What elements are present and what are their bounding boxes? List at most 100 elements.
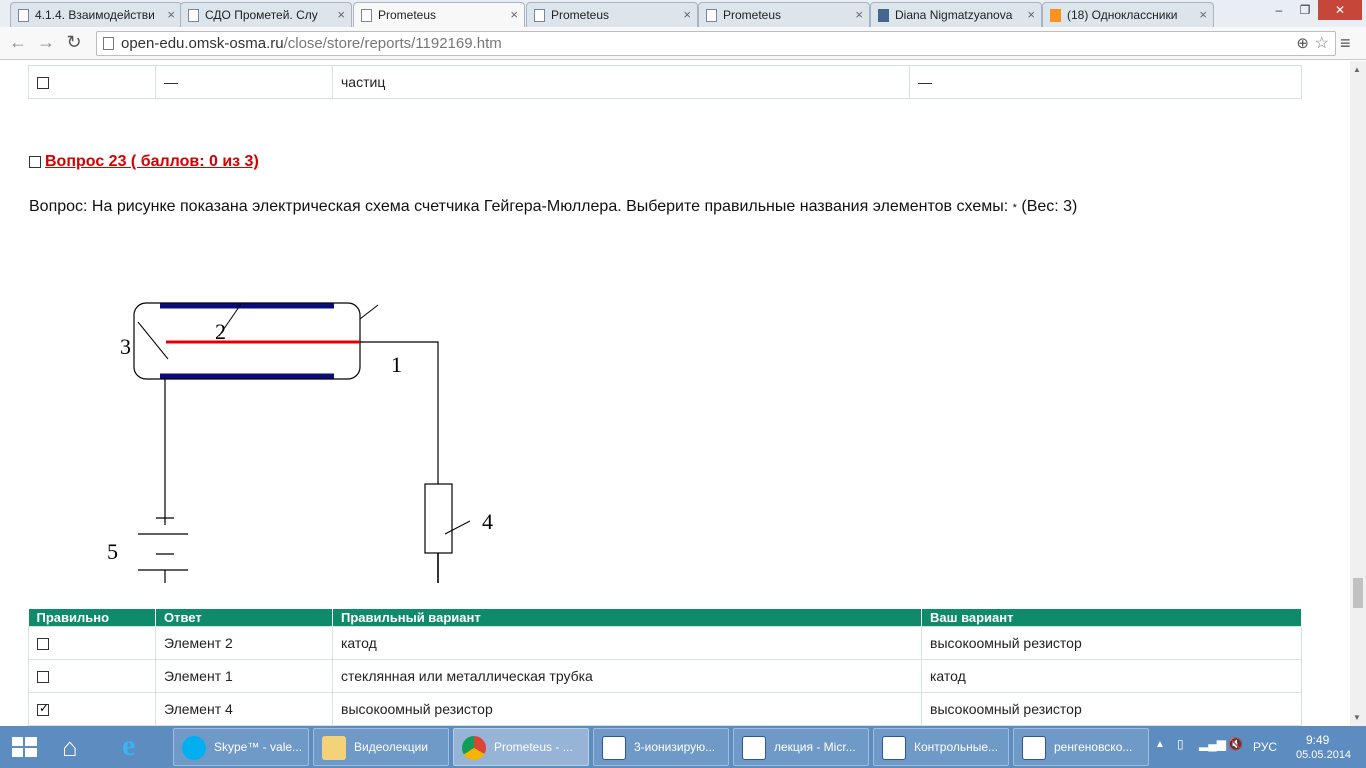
address-bar[interactable]: open-edu.omsk-osma.ru/close/store/report… (96, 31, 1336, 56)
diagram-label-4: 4 (482, 509, 493, 534)
browser-tab[interactable]: СДО Прометей. Слу × (180, 2, 352, 27)
page-icon (534, 9, 545, 22)
table-header-row: Правильно Ответ Правильный вариант Ваш в… (28, 609, 1302, 626)
header-correct: Правильно (28, 609, 156, 626)
close-icon[interactable]: × (167, 7, 175, 22)
close-icon[interactable]: × (855, 7, 863, 22)
answer-cell: — (155, 65, 333, 99)
header-your-variant: Ваш вариант (921, 609, 1302, 626)
menu-icon[interactable]: ≡ (1340, 33, 1351, 54)
reload-icon[interactable]: ↻ (62, 32, 86, 53)
taskbar-button-word[interactable]: Контрольные... (873, 728, 1009, 766)
your-variant-cell: высокоомный резистор (921, 691, 1302, 726)
taskbar-button-word[interactable]: лекция - Micr... (733, 728, 869, 766)
page-icon (18, 9, 29, 22)
resistor (424, 483, 453, 554)
close-window-icon[interactable]: ✕ (1318, 0, 1362, 20)
url-host: open-edu.omsk-osma.ru (121, 35, 284, 52)
page-icon (103, 37, 114, 50)
star-icon[interactable]: ☆ (1315, 33, 1329, 53)
answer-cell: Элемент 2 (155, 625, 333, 660)
browser-tab[interactable]: Prometeus × (698, 2, 870, 27)
table-row: Элемент 2 катод высокоомный резистор (28, 625, 1302, 660)
tab-title: Prometeus (723, 8, 782, 22)
forward-icon[interactable]: → (34, 32, 58, 53)
tab-title: СДО Прометей. Слу (205, 8, 318, 22)
your-variant-cell: — (909, 65, 1302, 99)
close-icon[interactable]: × (510, 7, 518, 22)
tab-title: Prometeus (551, 8, 610, 22)
tray-chevron-icon[interactable]: ▲ (1155, 739, 1165, 750)
required-mark: * (1012, 202, 1017, 214)
odnoklassniki-icon (1050, 9, 1061, 22)
page-icon (361, 9, 372, 22)
back-icon[interactable]: ← (6, 32, 30, 53)
close-icon[interactable]: × (1199, 7, 1207, 22)
language-indicator[interactable]: РУС (1253, 740, 1277, 754)
taskbar-button-chrome[interactable]: Prometeus - ... (453, 728, 589, 766)
page-icon (188, 9, 199, 22)
right-variant-cell: стеклянная или металлическая трубка (332, 658, 922, 693)
table-row: Элемент 1 стеклянная или металлическая т… (28, 658, 1302, 693)
internet-explorer-icon[interactable]: e (122, 729, 135, 763)
word-icon (882, 736, 906, 760)
browser-tab[interactable]: Prometeus × (526, 2, 698, 27)
browser-tab[interactable]: 4.1.4. Взаимодействи × (10, 2, 182, 27)
page-icon (706, 9, 717, 22)
windows-start-icon[interactable] (12, 737, 38, 757)
url-path: /close/store/reports/1192169.htm (283, 35, 502, 52)
vk-icon (878, 9, 889, 22)
signal-icon[interactable]: ▂▄▆ (1199, 737, 1226, 751)
tab-title: Prometeus (378, 8, 437, 22)
close-icon[interactable]: × (683, 7, 691, 22)
word-icon (1022, 736, 1046, 760)
diagram-label-5: 5 (107, 539, 118, 564)
close-icon[interactable]: × (337, 7, 345, 22)
taskbar: ⌂ e Skype™ - vale... Видеолекции Promete… (0, 726, 1366, 768)
question-text: Вопрос: На рисунке показана электрическа… (29, 198, 1078, 215)
header-right-variant: Правильный вариант (332, 609, 922, 626)
question-weight: (Вес: 3) (1021, 198, 1078, 215)
vertical-scrollbar[interactable]: ▲ ▼ (1350, 61, 1366, 726)
clock-time[interactable]: 9:49 (1306, 733, 1329, 747)
word-icon (602, 736, 626, 760)
tab-title: (18) Одноклассники (1067, 8, 1178, 22)
taskbar-button-word[interactable]: ренгеновско... (1013, 728, 1149, 766)
skype-icon (182, 736, 206, 760)
diagram-label-1: 1 (391, 352, 402, 377)
home-icon[interactable]: ⌂ (62, 732, 78, 763)
battery-icon[interactable]: ▯ (1177, 737, 1184, 751)
diagram-label-2: 2 (215, 319, 226, 344)
answer-cell: Элемент 4 (155, 691, 333, 726)
browser-tab-active[interactable]: Prometeus × (353, 2, 525, 27)
question-title[interactable]: Вопрос 23 ( баллов: 0 из 3) (29, 153, 259, 171)
taskbar-button-word[interactable]: 3-ионизирую... (593, 728, 729, 766)
tab-title: 4.1.4. Взаимодействи (35, 8, 155, 22)
correct-checkbox (37, 670, 49, 683)
close-icon[interactable]: × (1027, 7, 1035, 22)
your-variant-cell: катод (921, 658, 1302, 693)
zoom-icon[interactable]: ⊕ (1296, 34, 1309, 52)
browser-tab[interactable]: (18) Одноклассники × (1042, 2, 1214, 27)
your-variant-cell: высокоомный резистор (921, 625, 1302, 660)
scroll-thumb[interactable] (1353, 578, 1363, 608)
correct-checkbox-checked (37, 701, 49, 716)
taskbar-button-skype[interactable]: Skype™ - vale... (173, 728, 309, 766)
minimize-icon[interactable]: – (1266, 0, 1292, 20)
wire-bottom (164, 553, 439, 583)
correct-checkbox (37, 77, 49, 90)
folder-icon (322, 736, 346, 760)
browser-tab[interactable]: Diana Nigmatzyanova × (870, 2, 1042, 27)
diagram-label-3: 3 (120, 334, 131, 359)
scroll-up-icon[interactable]: ▲ (1353, 65, 1361, 74)
right-variant-cell: частиц (332, 65, 910, 99)
question-checkbox (29, 155, 41, 168)
answers-table: Правильно Ответ Правильный вариант Ваш в… (28, 609, 1302, 726)
maximize-icon[interactable]: ❐ (1292, 0, 1318, 20)
taskbar-button-folder[interactable]: Видеолекции (313, 728, 449, 766)
table-row: Элемент 4 высокоомный резистор высокоомн… (28, 691, 1302, 726)
scroll-down-icon[interactable]: ▼ (1353, 713, 1361, 722)
answer-cell: Элемент 1 (155, 658, 333, 693)
clock-date[interactable]: 05.05.2014 (1296, 749, 1351, 761)
volume-muted-icon[interactable]: 🔇 (1228, 737, 1243, 751)
